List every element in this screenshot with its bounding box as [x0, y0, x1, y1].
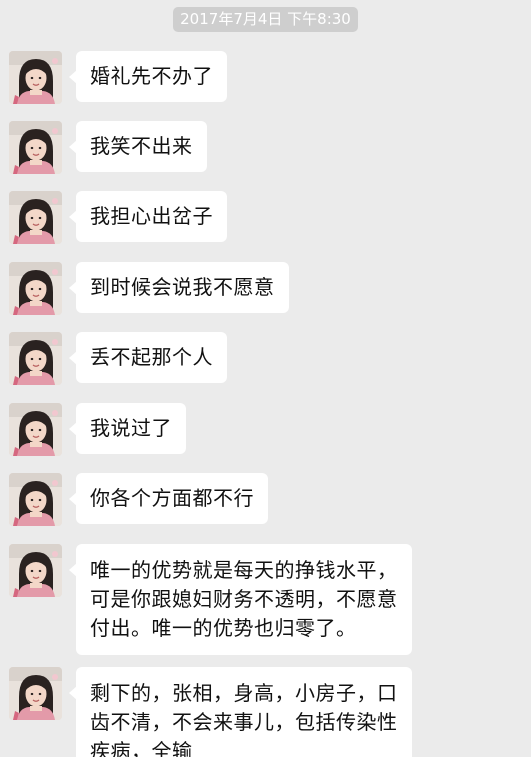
message-bubble[interactable]: 我笑不出来 — [69, 121, 207, 172]
timestamp: 2017年7月4日 下午8:30 — [173, 7, 358, 32]
avatar[interactable] — [9, 667, 62, 720]
message-text: 婚礼先不办了 — [90, 64, 213, 88]
avatar[interactable] — [9, 403, 62, 456]
chat-window: 2017年7月4日 下午8:30 婚礼先不办了 我笑不出来 我担心出岔子 到时候… — [0, 0, 531, 757]
avatar[interactable] — [9, 191, 62, 244]
avatar[interactable] — [9, 544, 62, 597]
message-text: 你各个方面都不行 — [90, 486, 254, 510]
message-bubble[interactable]: 丢不起那个人 — [69, 332, 227, 383]
avatar[interactable] — [9, 262, 62, 315]
message-bubble[interactable]: 唯一的优势就是每天的挣钱水平， 可是你跟媳妇财务不透明，不愿意 付出。唯一的优势… — [69, 544, 412, 655]
message-bubble[interactable]: 我说过了 — [69, 403, 186, 454]
message-text: 唯一的优势就是每天的挣钱水平， — [90, 558, 398, 582]
avatar[interactable] — [9, 332, 62, 385]
timestamp-container: 2017年7月4日 下午8:30 — [0, 7, 531, 32]
message-bubble[interactable]: 剩下的，张相，身高，小房子，口 齿不清，不会来事儿，包括传染性 疾病，全输 — [69, 667, 412, 757]
message-text: 齿不清，不会来事儿，包括传染性 — [90, 710, 398, 734]
message-bubble[interactable]: 你各个方面都不行 — [69, 473, 268, 524]
message-bubble[interactable]: 我担心出岔子 — [69, 191, 227, 242]
message-text: 付出。唯一的优势也归零了。 — [90, 616, 357, 640]
avatar[interactable] — [9, 473, 62, 526]
avatar[interactable] — [9, 51, 62, 104]
message-text: 到时候会说我不愿意 — [90, 275, 275, 299]
message-text: 丢不起那个人 — [90, 345, 213, 369]
message-text: 疾病，全输 — [90, 739, 193, 757]
message-bubble[interactable]: 婚礼先不办了 — [69, 51, 227, 102]
message-text: 剩下的，张相，身高，小房子，口 — [90, 681, 398, 705]
message-text: 可是你跟媳妇财务不透明，不愿意 — [90, 587, 398, 611]
message-bubble[interactable]: 到时候会说我不愿意 — [69, 262, 289, 313]
message-text: 我担心出岔子 — [90, 204, 213, 228]
avatar[interactable] — [9, 121, 62, 174]
message-text: 我笑不出来 — [90, 134, 193, 158]
message-text: 我说过了 — [90, 416, 172, 440]
